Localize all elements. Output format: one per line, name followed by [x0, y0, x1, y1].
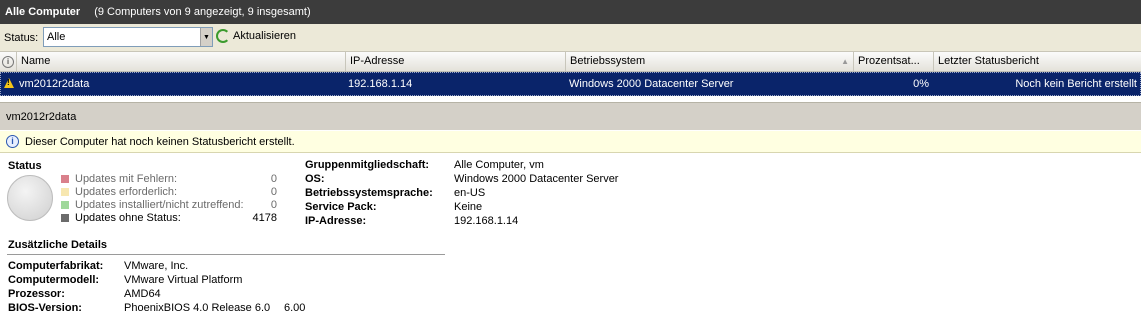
filter-toolbar: Status: Alle ▼ Aktualisieren [0, 24, 1141, 52]
column-header-os-label: Betriebssystem [570, 55, 646, 67]
column-header-ip[interactable]: IP-Adresse [346, 52, 566, 71]
legend-item-installed: Updates installiert/nicht zutreffend: 0 [61, 198, 277, 211]
model-label: Computermodell: [8, 274, 100, 286]
membership-label: Gruppenmitgliedschaft: [305, 159, 430, 171]
ip-label: IP-Adresse: [305, 215, 367, 227]
status-filter-label: Status: [4, 32, 39, 44]
status-pie-chart [7, 175, 53, 221]
computer-count: (9 Computers von 9 angezeigt, 9 insgesam… [94, 6, 311, 18]
manufacturer-label: Computerfabrikat: [8, 260, 104, 272]
processor-value: AMD64 [124, 288, 161, 300]
row-last-report: Noch kein Bericht erstellt [1015, 78, 1137, 90]
status-filter-dropdown[interactable]: Alle ▼ [43, 27, 213, 47]
legend-count: 0 [270, 172, 277, 185]
status-heading: Status [8, 160, 42, 172]
column-header-percent[interactable]: Prozentsat... [854, 52, 934, 71]
row-os: Windows 2000 Datacenter Server [569, 78, 734, 90]
column-header-name[interactable]: Name [17, 52, 346, 71]
sort-arrow-icon: ▲ [841, 57, 849, 66]
grid-header: i Name IP-Adresse Betriebssystem ▲ Proze… [0, 52, 1141, 72]
chevron-down-icon[interactable]: ▼ [200, 28, 212, 46]
refresh-label: Aktualisieren [233, 30, 296, 42]
os-language-value: en-US [454, 187, 486, 199]
row-percent: 0% [913, 78, 929, 90]
title-bar: Alle Computer (9 Computers von 9 angezei… [0, 0, 1141, 24]
membership-value: Alle Computer, vm [454, 159, 544, 171]
info-icon: i [2, 56, 14, 68]
warning-icon [4, 78, 14, 88]
bios-label: BIOS-Version: [8, 302, 82, 314]
additional-details-heading: Zusätzliche Details [8, 239, 108, 251]
legend-item-errors: Updates mit Fehlern: 0 [61, 172, 277, 185]
bios-value: PhoenixBIOS 4.0 Release 6.0 [124, 302, 271, 314]
service-pack-value: Keine [454, 201, 483, 213]
column-header-os[interactable]: Betriebssystem ▲ [566, 52, 854, 71]
manufacturer-value: VMware, Inc. [124, 260, 189, 272]
divider [7, 254, 445, 255]
refresh-button[interactable]: Aktualisieren [216, 29, 296, 43]
column-header-last-report[interactable]: Letzter Statusbericht [934, 52, 1141, 71]
info-message: Dieser Computer hat noch keinen Statusbe… [25, 136, 295, 148]
legend-count: 4178 [252, 211, 277, 224]
bios-version-number: 6.00 [284, 302, 306, 314]
details-title: vm2012r2data [6, 111, 77, 123]
refresh-icon [216, 29, 230, 43]
service-pack-label: Service Pack: [305, 201, 377, 213]
model-value: VMware Virtual Platform [124, 274, 243, 286]
status-filter-value: Alle [47, 31, 66, 43]
processor-label: Prozessor: [8, 288, 65, 300]
details-header: vm2012r2data [0, 102, 1141, 130]
legend-count: 0 [270, 185, 277, 198]
legend-count: 0 [270, 198, 277, 211]
ip-value: 192.168.1.14 [454, 215, 519, 227]
os-label: OS: [305, 173, 325, 185]
page-title: Alle Computer [5, 6, 81, 18]
info-icon: i [6, 135, 19, 148]
column-header-info[interactable]: i [0, 52, 17, 71]
legend-item-no-status: Updates ohne Status: 4178 [61, 211, 277, 224]
legend-item-required: Updates erforderlich: 0 [61, 185, 277, 198]
info-bar: i Dieser Computer hat noch keinen Status… [0, 131, 1141, 153]
os-value: Windows 2000 Datacenter Server [454, 173, 619, 185]
row-ip: 192.168.1.14 [348, 78, 413, 90]
table-row[interactable]: vm2012r2data 192.168.1.14 Windows 2000 D… [0, 72, 1141, 96]
os-language-label: Betriebssystemsprache: [305, 187, 433, 199]
row-name: vm2012r2data [19, 78, 90, 90]
